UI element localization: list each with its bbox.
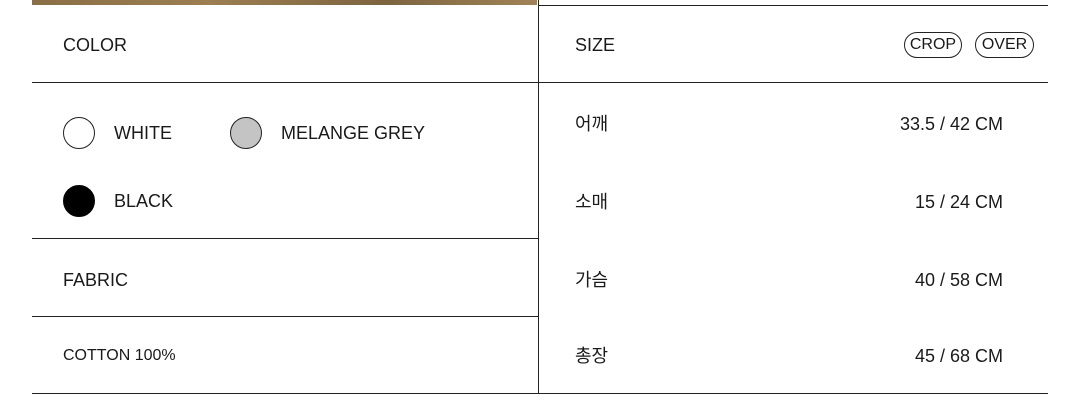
- size-row-label: 총장: [575, 346, 609, 366]
- fabric-divider: [32, 316, 538, 317]
- bottom-divider: [32, 393, 1048, 394]
- size-row-value: 45 / 68 CM: [914, 346, 1003, 366]
- size-tag-over: OVER: [975, 32, 1034, 58]
- color-option-label: BLACK: [114, 191, 174, 211]
- size-row-value: 33.5 / 42 CM: [899, 114, 1003, 134]
- fabric-header: FABRIC: [63, 270, 129, 290]
- color-option-label: WHITE: [114, 123, 172, 143]
- size-header: SIZE: [575, 35, 616, 55]
- top-divider-right: [538, 5, 1048, 6]
- color-divider: [32, 238, 538, 239]
- size-row-value: 40 / 58 CM: [914, 270, 1003, 290]
- size-row-label: 소매: [575, 192, 609, 212]
- size-tag-crop: CROP: [904, 32, 962, 58]
- swatch-white-icon: [63, 117, 95, 149]
- size-row-label: 어깨: [575, 114, 609, 134]
- swatch-black-icon: [63, 185, 95, 217]
- swatch-melange-grey-icon: [230, 117, 262, 149]
- header-divider: [32, 82, 1048, 83]
- size-row-value: 15 / 24 CM: [914, 192, 1003, 212]
- color-option-label: MELANGE GREY: [281, 123, 426, 143]
- fabric-value: COTTON 100%: [63, 347, 176, 364]
- product-photo-edge: [32, 0, 537, 5]
- column-divider: [538, 0, 539, 394]
- color-header: COLOR: [63, 35, 128, 55]
- size-row-label: 가슴: [575, 270, 609, 290]
